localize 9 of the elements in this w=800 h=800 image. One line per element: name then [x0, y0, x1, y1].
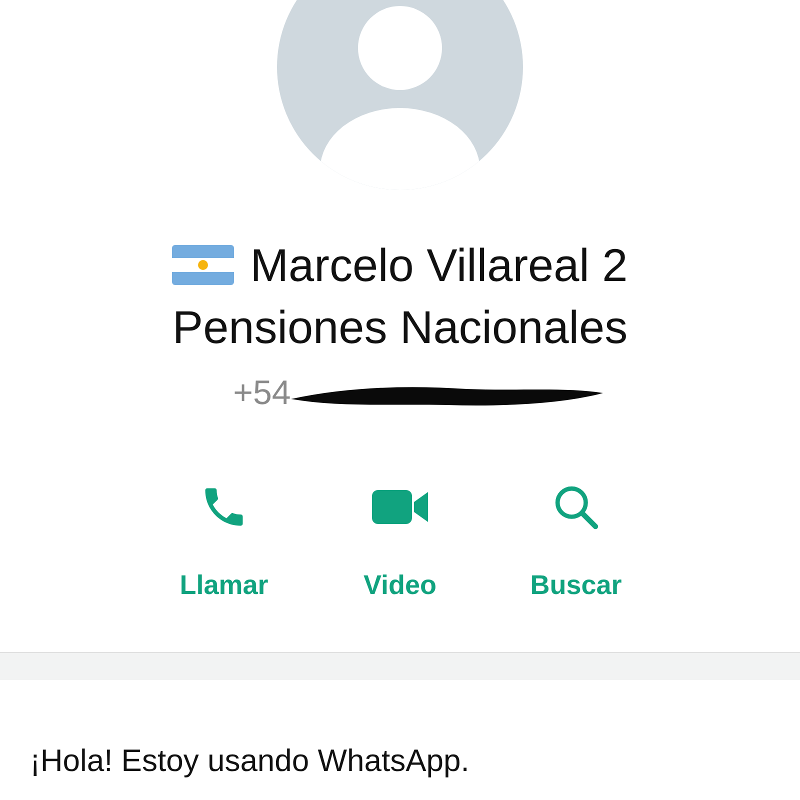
flag-icon	[172, 245, 234, 285]
video-button[interactable]: Video	[340, 479, 460, 606]
call-button[interactable]: Llamar	[164, 479, 284, 606]
search-button[interactable]: Buscar	[516, 479, 636, 606]
about-text: ¡Hola! Estoy usando WhatsApp.	[30, 742, 470, 778]
contact-name: Pensiones Nacionales	[172, 300, 628, 355]
phone-number: +54	[233, 373, 291, 414]
contact-name: Marcelo Villareal 2	[250, 238, 628, 293]
avatar-icon	[277, 0, 523, 190]
